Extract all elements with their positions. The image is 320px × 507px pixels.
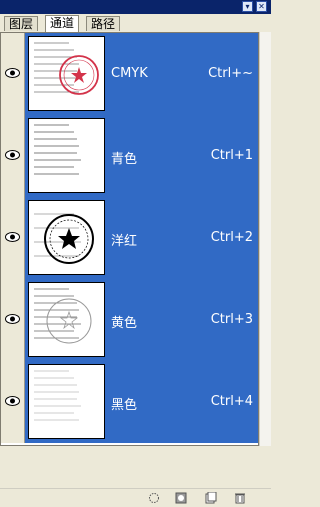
channel-row-cyan[interactable]: 青色 Ctrl+1 — [1, 115, 258, 197]
thumbnail-image — [34, 370, 81, 421]
channel-thumbnail — [28, 282, 105, 357]
eye-icon[interactable] — [5, 395, 20, 407]
channel-shortcut: Ctrl+3 — [210, 312, 253, 327]
channel-name: 青色 — [111, 152, 138, 167]
vertical-scrollbar[interactable] — [259, 32, 271, 446]
thumbnail-image — [34, 42, 99, 95]
channel-thumbnail — [28, 118, 105, 193]
eye-icon[interactable] — [5, 149, 20, 161]
channel-name: CMYK — [111, 66, 148, 81]
panel-titlebar: ▾ ✕ — [0, 0, 271, 14]
visibility-cell[interactable] — [1, 33, 25, 115]
channel-shortcut: Ctrl+2 — [210, 230, 253, 245]
visibility-cell[interactable] — [1, 115, 25, 197]
tab-bar: 图层 通道 路径 ▶ — [0, 14, 271, 42]
channel-list: CMYK Ctrl+~ 青色 Ctrl+1 洋红 Ctrl+2 黄色 Ctrl+… — [0, 32, 259, 446]
channel-thumbnail — [28, 36, 105, 111]
channel-row-yellow[interactable]: 黄色 Ctrl+3 — [1, 279, 258, 361]
load-selection-icon[interactable] — [148, 492, 160, 504]
eye-icon[interactable] — [5, 313, 20, 325]
channel-row-black[interactable]: 黑色 Ctrl+4 — [1, 361, 258, 443]
tab-channels[interactable]: 通道 — [45, 15, 80, 32]
channel-thumbnail — [28, 364, 105, 439]
trash-icon[interactable] — [234, 492, 246, 504]
thumbnail-image — [34, 288, 92, 344]
close-button[interactable]: ✕ — [256, 1, 267, 12]
channel-name: 洋红 — [111, 234, 138, 249]
eye-icon[interactable] — [5, 231, 20, 243]
channel-row-magenta[interactable]: 洋红 Ctrl+2 — [1, 197, 258, 279]
channel-name: 黄色 — [111, 316, 138, 331]
channel-shortcut: Ctrl+~ — [208, 66, 253, 81]
thumbnail-image — [34, 213, 94, 264]
save-selection-icon[interactable] — [175, 492, 187, 504]
channel-shortcut: Ctrl+4 — [210, 394, 253, 409]
tab-paths[interactable]: 路径 — [86, 16, 121, 31]
channel-shortcut: Ctrl+1 — [210, 148, 253, 163]
thumbnail-image — [34, 124, 81, 175]
channel-toolbar — [0, 488, 271, 507]
eye-icon[interactable] — [5, 67, 20, 79]
visibility-cell[interactable] — [1, 279, 25, 361]
visibility-cell[interactable] — [1, 361, 25, 443]
new-channel-icon[interactable] — [205, 492, 217, 504]
visibility-cell[interactable] — [1, 197, 25, 279]
channel-thumbnail — [28, 200, 105, 275]
tab-layers[interactable]: 图层 — [4, 16, 39, 31]
channels-panel: ▾ ✕ 图层 通道 路径 ▶ — [0, 0, 271, 507]
collapse-button[interactable]: ▾ — [242, 1, 253, 12]
channel-name: 黑色 — [111, 398, 138, 413]
channel-row-cmyk[interactable]: CMYK Ctrl+~ — [1, 33, 258, 115]
